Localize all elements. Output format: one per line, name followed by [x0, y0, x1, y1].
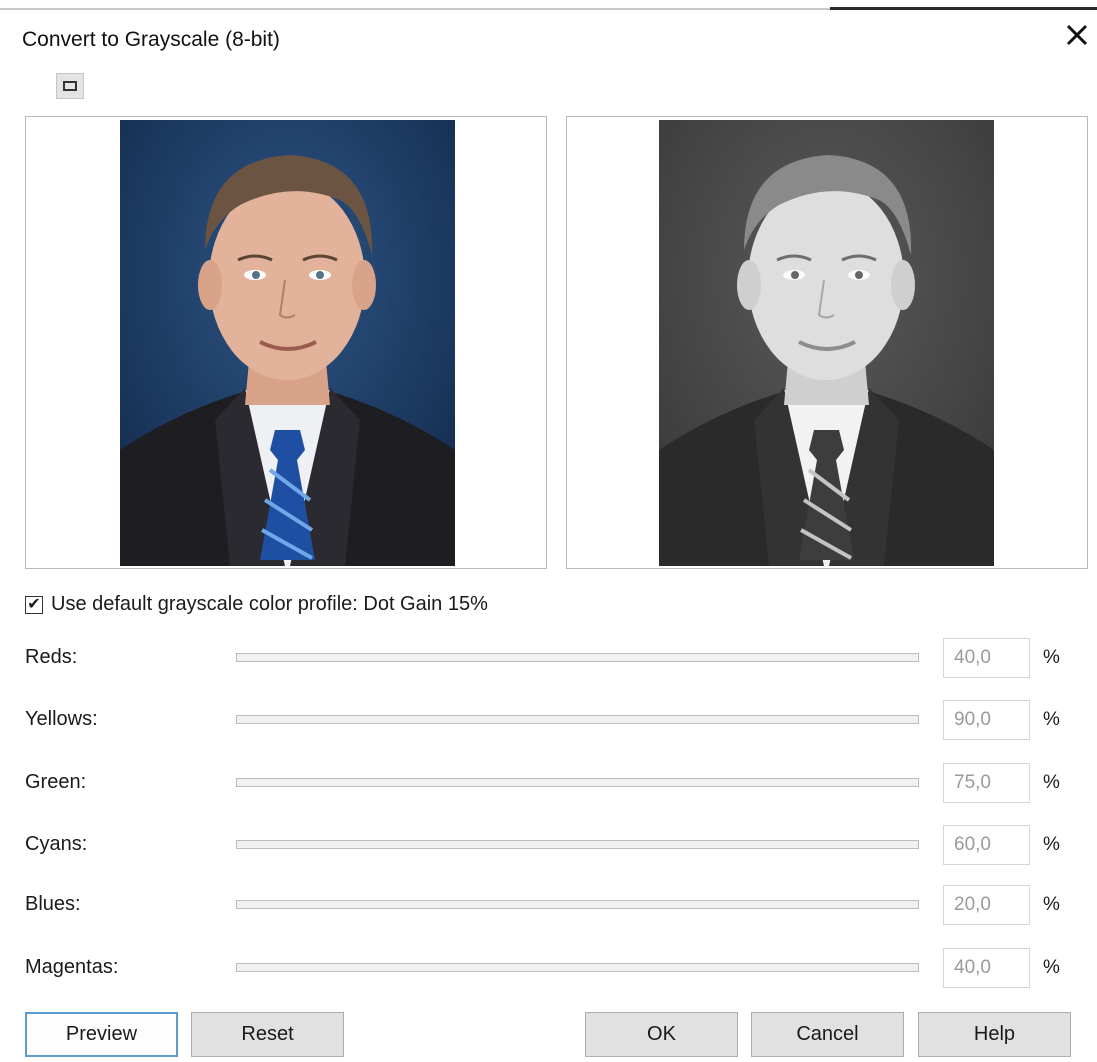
green-value-input[interactable]: 75,0	[943, 763, 1030, 803]
magentas-value-input[interactable]: 40,0	[943, 948, 1030, 988]
cancel-button[interactable]: Cancel	[751, 1012, 904, 1057]
slider-row-blues: Blues: 20,0 %	[0, 885, 1097, 925]
grayscale-portrait-image	[659, 120, 994, 566]
original-portrait-image	[120, 120, 455, 566]
default-profile-checkbox-row[interactable]: ✔ Use default grayscale color profile: D…	[25, 593, 488, 616]
close-button[interactable]	[1062, 22, 1092, 52]
checkmark-icon: ✔	[27, 595, 41, 613]
reds-value-input[interactable]: 40,0	[943, 638, 1030, 678]
reset-button[interactable]: Reset	[191, 1012, 344, 1057]
slider-row-cyans: Cyans: 60,0 %	[0, 825, 1097, 865]
help-button[interactable]: Help	[918, 1012, 1071, 1057]
reds-slider[interactable]	[236, 653, 919, 662]
percent-unit: %	[1043, 834, 1060, 855]
percent-unit: %	[1043, 894, 1060, 915]
preview-button[interactable]: Preview	[25, 1012, 178, 1057]
single-view-toggle-button[interactable]	[56, 73, 84, 99]
single-view-icon	[63, 81, 77, 91]
slider-label: Green:	[25, 771, 87, 793]
slider-label: Reds:	[25, 646, 78, 668]
slider-label: Magentas:	[25, 956, 119, 978]
percent-unit: %	[1043, 709, 1060, 730]
slider-label: Blues:	[25, 893, 81, 915]
percent-unit: %	[1043, 957, 1060, 978]
yellows-slider[interactable]	[236, 715, 919, 724]
cyans-value-input[interactable]: 60,0	[943, 825, 1030, 865]
slider-row-green: Green: 75,0 %	[0, 763, 1097, 803]
slider-label: Cyans:	[25, 833, 88, 855]
percent-unit: %	[1043, 647, 1060, 668]
slider-row-yellows: Yellows: 90,0 %	[0, 700, 1097, 740]
original-preview-pane[interactable]	[25, 116, 547, 569]
window-top-border-accent	[830, 7, 1097, 10]
slider-row-reds: Reds: 40,0 %	[0, 638, 1097, 678]
blues-slider[interactable]	[236, 900, 919, 909]
default-profile-checkbox[interactable]: ✔	[25, 595, 43, 614]
percent-unit: %	[1043, 772, 1060, 793]
ok-button[interactable]: OK	[585, 1012, 738, 1057]
dialog-title: Convert to Grayscale (8-bit)	[22, 28, 280, 51]
slider-label: Yellows:	[25, 708, 98, 730]
cyans-slider[interactable]	[236, 840, 919, 849]
magentas-slider[interactable]	[236, 963, 919, 972]
yellows-value-input[interactable]: 90,0	[943, 700, 1030, 740]
blues-value-input[interactable]: 20,0	[943, 885, 1030, 925]
slider-row-magentas: Magentas: 40,0 %	[0, 948, 1097, 988]
close-icon	[1066, 24, 1088, 51]
grayscale-preview-pane[interactable]	[566, 116, 1088, 569]
green-slider[interactable]	[236, 778, 919, 787]
default-profile-label: Use default grayscale color profile: Dot…	[51, 593, 488, 615]
